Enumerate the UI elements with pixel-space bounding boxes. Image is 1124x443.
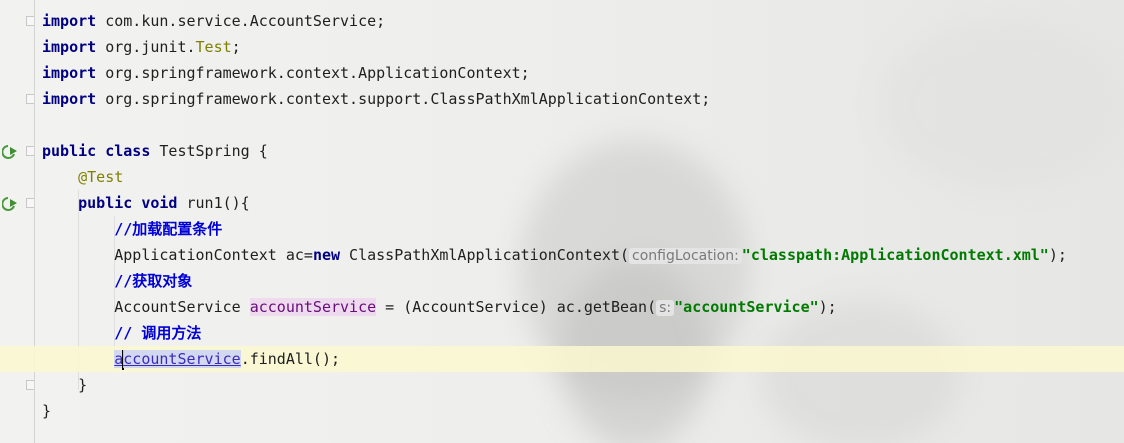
code-token: class [105,142,151,160]
code-line[interactable]: import com.kun.service.AccountService; [0,8,1124,34]
code-token: TestSpring { [150,142,268,160]
code-token: } [42,376,88,394]
code-editor[interactable]: import com.kun.service.AccountService; im… [0,0,1124,443]
code-text: @Test [42,164,123,190]
code-token: ; [231,38,241,56]
code-token: import [42,12,97,30]
code-text: AccountService accountService = (Account… [42,294,837,321]
code-text: ApplicationContext ac=new ClassPathXmlAp… [42,242,1067,269]
code-line[interactable]: import org.junit.Test; [0,34,1124,60]
code-text: import org.junit.Test; [42,34,241,60]
code-line[interactable]: } [0,398,1124,424]
code-text: } [42,372,87,398]
code-token: .findAll(); [240,350,341,368]
code-text: public class TestSpring { [42,138,268,164]
code-token: ApplicationContext ac= [42,246,313,264]
code-token: org.springframework.context.support.Clas… [96,90,711,108]
code-token: AccountService [42,298,250,316]
code-token: public [78,194,133,212]
code-token: } [42,402,52,420]
code-token: import [42,90,97,108]
code-text: //加载配置条件 [42,216,222,242]
code-text: //获取对象 [42,268,192,294]
code-token: //获取对象 [114,272,193,290]
parameter-hint: s: [656,300,675,316]
code-text: import org.springframework.context.suppo… [42,86,710,112]
code-token: ); [1048,246,1067,264]
code-text: } [42,398,51,424]
code-line[interactable]: import org.springframework.context.suppo… [0,86,1124,112]
code-line[interactable]: //获取对象 [0,268,1124,294]
code-token: public [42,142,97,160]
code-line[interactable]: AccountService accountService = (Account… [0,294,1124,320]
code-line[interactable]: //加载配置条件 [0,216,1124,242]
code-line[interactable]: ApplicationContext ac=new ClassPathXmlAp… [0,242,1124,268]
code-token: ccountService [123,350,241,368]
code-token: ); [818,298,837,316]
code-text: import org.springframework.context.Appli… [42,60,530,86]
code-token: //加载配置条件 [114,220,223,238]
code-token: import [42,64,97,82]
code-token: org.junit. [96,38,196,56]
code-token: org.springframework.context.ApplicationC… [96,64,530,82]
code-token: // 调用方法 [114,324,202,342]
parameter-hint: configLocation: [629,248,742,264]
code-token: void [141,194,178,212]
code-token: accountService [249,298,377,316]
code-token: com.kun.service.AccountService; [96,12,386,30]
code-line[interactable]: } [0,372,1124,398]
code-text: public void run1(){ [42,190,250,216]
code-line[interactable]: public void run1(){ [0,190,1124,216]
code-token: @Test [78,168,124,186]
code-token: Test [195,38,232,56]
code-token: "classpath:ApplicationContext.xml" [741,246,1049,264]
code-text: import com.kun.service.AccountService; [42,8,385,34]
code-line[interactable] [0,112,1124,138]
code-token: new [312,246,341,264]
code-line[interactable]: @Test [0,164,1124,190]
code-line[interactable]: import org.springframework.context.Appli… [0,60,1124,86]
code-text: accountService.findAll(); [42,346,340,372]
code-token: ClassPathXmlApplicationContext( [340,246,630,264]
code-line[interactable]: // 调用方法 [0,320,1124,346]
code-text: // 调用方法 [42,320,201,346]
code-token: import [42,38,97,56]
code-token: = (AccountService) ac.getBean( [376,298,657,316]
code-line[interactable]: public class TestSpring { [0,138,1124,164]
code-token: "accountService" [674,298,819,316]
code-token: run1(){ [177,194,250,212]
code-line[interactable]: accountService.findAll(); [0,346,1124,372]
